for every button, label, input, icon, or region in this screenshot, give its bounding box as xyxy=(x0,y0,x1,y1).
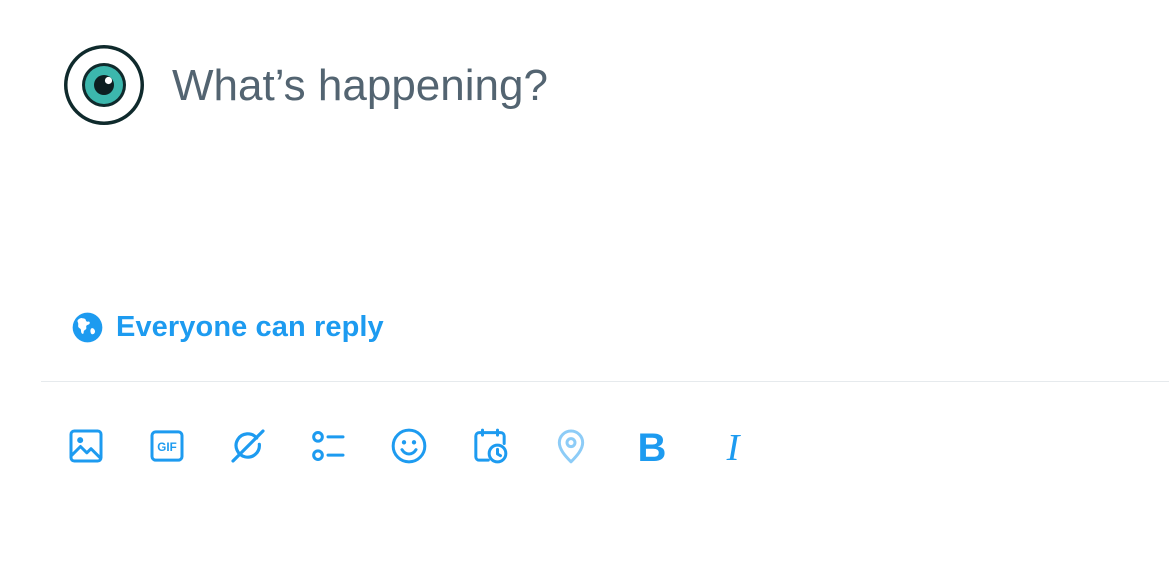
bold-icon: B xyxy=(638,426,667,466)
avatar[interactable] xyxy=(62,43,146,127)
eye-icon xyxy=(64,45,144,125)
reply-setting-button[interactable]: Everyone can reply xyxy=(72,309,384,345)
grok-button[interactable] xyxy=(227,425,269,467)
tweet-composer: Everyone can reply GIF xyxy=(0,0,1169,574)
emoji-icon xyxy=(391,428,427,464)
gif-button[interactable]: GIF xyxy=(146,425,188,467)
poll-button[interactable] xyxy=(307,425,349,467)
bold-label: B xyxy=(638,426,667,466)
schedule-icon xyxy=(474,428,508,464)
italic-button[interactable]: I xyxy=(712,425,754,467)
bold-button[interactable]: B xyxy=(631,425,673,467)
image-icon xyxy=(69,429,103,463)
schedule-button[interactable] xyxy=(469,425,511,467)
location-button[interactable] xyxy=(550,425,592,467)
reply-setting-label: Everyone can reply xyxy=(116,310,384,343)
poll-icon xyxy=(312,431,345,461)
divider xyxy=(41,381,1169,382)
gif-label: GIF xyxy=(157,441,176,454)
gif-icon: GIF xyxy=(150,430,184,462)
italic-icon: I xyxy=(726,427,742,466)
grok-icon xyxy=(231,429,265,463)
compose-text-input[interactable] xyxy=(172,58,1072,114)
media-button[interactable] xyxy=(65,425,107,467)
location-icon xyxy=(557,429,585,464)
globe-icon xyxy=(72,312,103,342)
italic-label: I xyxy=(726,427,742,466)
emoji-button[interactable] xyxy=(388,425,430,467)
